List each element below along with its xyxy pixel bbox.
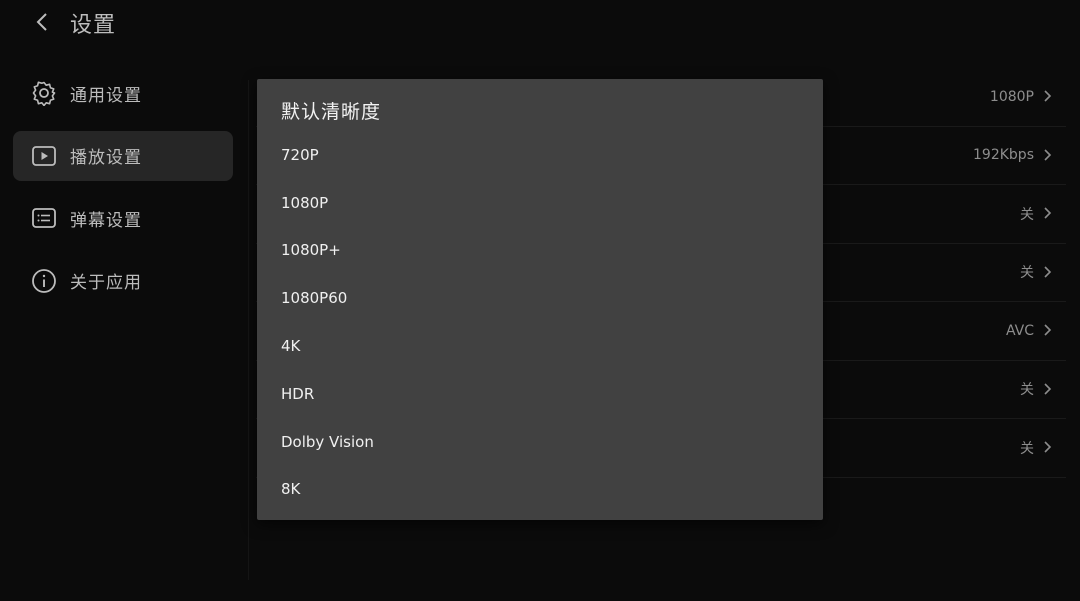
sidebar-item-label: 弹幕设置 — [70, 210, 142, 231]
sidebar: 通用设置 播放设置 弹幕设置 关于应用 — [13, 68, 233, 318]
dialog-options: 720P 1080P 1080P+ 1080P60 4K HDR Dolby V… — [257, 131, 823, 513]
sidebar-divider — [248, 80, 249, 580]
danmaku-icon — [31, 205, 57, 231]
chevron-right-icon — [1044, 265, 1052, 278]
option-1080p[interactable]: 1080P — [257, 179, 823, 227]
settings-screen: 设置 通用设置 播放设置 弹幕设置 关于应用 1080P 192Kbps 关 关… — [0, 0, 1080, 601]
sidebar-item-about[interactable]: 关于应用 — [13, 256, 233, 306]
chevron-right-icon — [1044, 148, 1052, 161]
option-dolby-vision[interactable]: Dolby Vision — [257, 418, 823, 466]
setting-value: AVC — [1005, 322, 1034, 339]
setting-value: 1080P — [989, 88, 1034, 105]
sidebar-item-general[interactable]: 通用设置 — [13, 68, 233, 118]
option-4k[interactable]: 4K — [257, 322, 823, 370]
dialog-title: 默认清晰度 — [281, 101, 382, 123]
chevron-right-icon — [1044, 207, 1052, 219]
sidebar-item-label: 播放设置 — [70, 148, 142, 168]
chevron-right-icon — [1044, 324, 1052, 336]
back-button[interactable] — [30, 8, 54, 36]
setting-value: 关 — [1020, 206, 1034, 223]
sidebar-item-playback[interactable]: 播放设置 — [13, 130, 233, 181]
setting-value: 关 — [1020, 382, 1034, 398]
setting-value: 关 — [1020, 440, 1034, 457]
header: 设置 — [0, 0, 1080, 48]
option-1080p-plus[interactable]: 1080P+ — [257, 227, 823, 275]
chevron-right-icon — [1044, 441, 1052, 453]
chevron-left-icon — [36, 13, 47, 31]
info-icon — [31, 268, 57, 294]
option-hdr[interactable]: HDR — [257, 370, 823, 418]
chevron-right-icon — [1044, 90, 1052, 102]
gear-icon — [31, 80, 57, 106]
sidebar-item-label: 关于应用 — [70, 273, 142, 293]
play-icon — [31, 143, 57, 169]
option-1080p60[interactable]: 1080P60 — [257, 274, 823, 322]
sidebar-item-label: 通用设置 — [70, 85, 142, 106]
setting-value: 192Kbps — [973, 147, 1034, 163]
option-720p[interactable]: 720P — [257, 131, 823, 179]
page-title: 设置 — [70, 13, 117, 38]
setting-value: 关 — [1020, 265, 1034, 281]
chevron-right-icon — [1044, 382, 1052, 395]
option-8k[interactable]: 8K — [257, 466, 823, 514]
sidebar-item-danmaku[interactable]: 弹幕设置 — [13, 193, 233, 243]
resolution-dialog: 默认清晰度 720P 1080P 1080P+ 1080P60 4K HDR D… — [257, 79, 823, 520]
